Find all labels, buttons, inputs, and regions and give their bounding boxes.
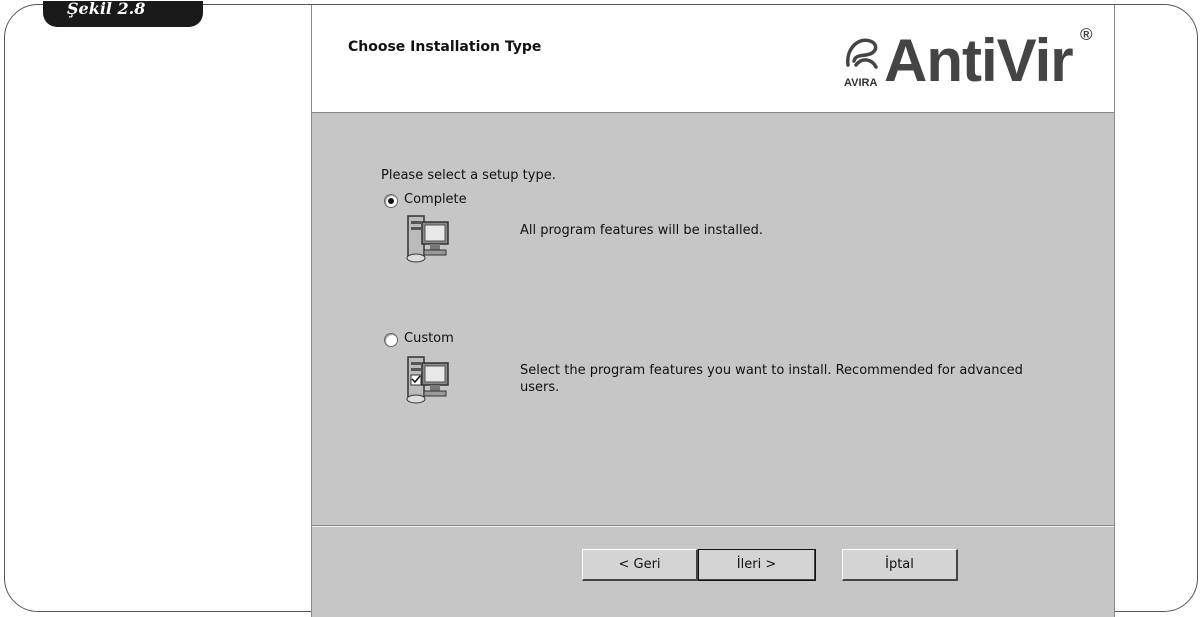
antivir-wordmark: AntiVir bbox=[884, 27, 1074, 94]
figure-label: Şekil 2.8 bbox=[67, 0, 146, 18]
cancel-button[interactable]: İptal bbox=[842, 549, 958, 581]
figure-label-tab: Şekil 2.8 bbox=[43, 0, 203, 27]
computer-install-icon bbox=[406, 215, 449, 263]
custom-install-icon bbox=[406, 356, 449, 404]
avira-umbrella-icon bbox=[846, 38, 878, 69]
antivir-logo: AVIRA AntiVir ® bbox=[842, 23, 1102, 103]
installer-dialog: Choose Installation Type AVIRA AntiVir ®… bbox=[311, 5, 1115, 617]
button-separator bbox=[312, 525, 1114, 527]
figure-frame: Şekil 2.8 Choose Installation Type AVIRA… bbox=[4, 0, 1198, 617]
radio-selected-dot bbox=[388, 198, 394, 204]
custom-description: Select the program features you want to … bbox=[520, 363, 1023, 395]
next-button[interactable]: İleri > bbox=[698, 549, 816, 581]
registered-mark: ® bbox=[1080, 25, 1093, 44]
complete-radio[interactable] bbox=[384, 194, 398, 208]
complete-description: All program features will be installed. bbox=[520, 223, 763, 238]
dialog-title: Choose Installation Type bbox=[348, 39, 542, 55]
complete-label[interactable]: Complete bbox=[404, 192, 467, 207]
avira-wordmark: AVIRA bbox=[844, 77, 878, 89]
setup-prompt: Please select a setup type. bbox=[381, 168, 556, 183]
back-button[interactable]: < Geri bbox=[582, 549, 698, 581]
custom-radio[interactable] bbox=[384, 333, 398, 347]
custom-label[interactable]: Custom bbox=[404, 331, 454, 346]
dialog-header: Choose Installation Type AVIRA AntiVir ® bbox=[312, 5, 1114, 113]
